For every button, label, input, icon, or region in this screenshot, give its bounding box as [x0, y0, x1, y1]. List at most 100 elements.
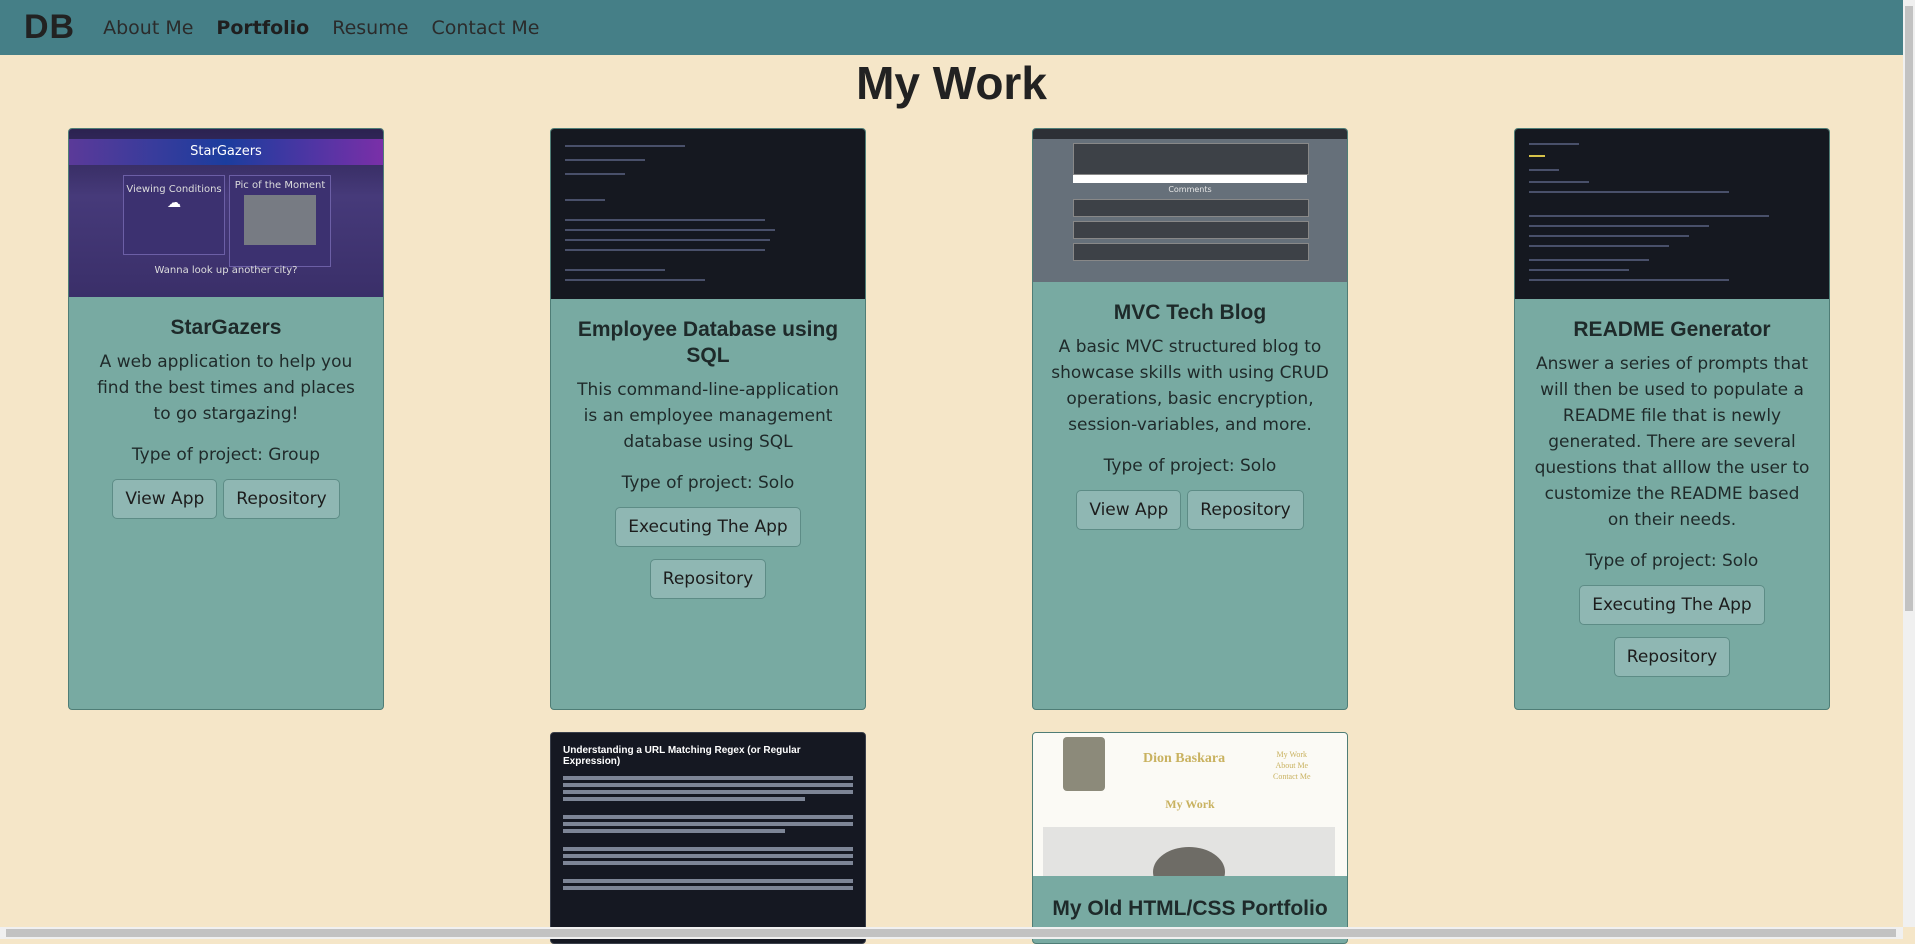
- thumb-article-title: Understanding a URL Matching Regex (or R…: [563, 745, 801, 767]
- project-screenshot[interactable]: [551, 129, 865, 299]
- navbar: DB About Me Portfolio Resume Contact Me: [0, 0, 1903, 55]
- terminal-line: [1529, 269, 1629, 271]
- page-title: My Work: [856, 57, 1047, 109]
- project-screenshot[interactable]: [1515, 129, 1829, 299]
- project-screenshot[interactable]: Understanding a URL Matching Regex (or R…: [551, 733, 865, 923]
- project-description: A basic MVC structured blog to showcase …: [1051, 337, 1329, 435]
- vertical-scrollbar-thumb[interactable]: [1905, 6, 1913, 611]
- thumb-paragraph-line: [563, 847, 853, 851]
- view-app-button[interactable]: View App: [112, 479, 218, 519]
- vertical-scrollbar[interactable]: [1903, 0, 1915, 927]
- terminal-line: [565, 159, 645, 161]
- thumb-paragraph-line: [563, 829, 785, 833]
- project-title: StarGazers: [170, 316, 282, 339]
- thumb-panel-left-label: Viewing Conditions: [126, 184, 222, 195]
- project-screenshot[interactable]: StarGazers Viewing Conditions ☁ Pic of t…: [69, 129, 383, 297]
- button-row: View App Repository: [69, 479, 383, 525]
- terminal-line: [1529, 235, 1689, 237]
- project-card-stargazers: StarGazers Viewing Conditions ☁ Pic of t…: [68, 128, 384, 710]
- terminal-line: [565, 229, 775, 231]
- thumb-panel-left: Viewing Conditions ☁: [123, 175, 225, 255]
- cloud-icon: ☁: [167, 195, 181, 211]
- terminal-line: [1529, 155, 1545, 157]
- thumb-paragraph-line: [563, 886, 853, 890]
- thumb-banner: StarGazers: [69, 139, 383, 165]
- project-title: My Old HTML/CSS Portfolio: [1052, 897, 1328, 920]
- thumb-paragraph-line: [563, 776, 853, 780]
- thumb-comment: [1073, 199, 1309, 217]
- profile-photo: [1063, 737, 1105, 791]
- nav-link-portfolio[interactable]: Portfolio: [216, 17, 309, 39]
- thumb-comments-heading: Comments: [1168, 185, 1212, 194]
- button-row: View App Repository: [1033, 490, 1347, 536]
- nav-link-contact[interactable]: Contact Me: [431, 17, 539, 39]
- thumb-comment-input: [1073, 175, 1307, 183]
- thumb-paragraph-line: [563, 797, 805, 801]
- thumb-name: Dion Baskara: [1143, 751, 1226, 766]
- thumb-heading: My Work: [1165, 797, 1215, 811]
- terminal-line: [1529, 143, 1579, 145]
- thumb-post: [1073, 143, 1309, 175]
- thumb-comment: [1073, 243, 1309, 261]
- thumb-nav-link: About Me: [1275, 761, 1309, 770]
- executing-app-button[interactable]: Executing The App: [1579, 585, 1765, 625]
- terminal-line: [1529, 191, 1729, 193]
- terminal-line: [565, 173, 625, 175]
- thumb-panel-right: Pic of the Moment: [229, 175, 331, 267]
- button-column: Executing The App Repository: [1515, 585, 1829, 683]
- repository-button[interactable]: Repository: [649, 559, 767, 599]
- project-card-readme: README Generator Answer a series of prom…: [1514, 128, 1830, 710]
- thumb-comment: [1073, 221, 1309, 239]
- project-card-old-portfolio: Dion Baskara My Work About Me Contact Me…: [1032, 732, 1348, 944]
- nav-links: About Me Portfolio Resume Contact Me: [103, 17, 562, 39]
- thumb-paragraph-line: [563, 822, 853, 826]
- nav-link-about[interactable]: About Me: [103, 17, 193, 39]
- terminal-line: [565, 145, 685, 147]
- coin-image: [1153, 847, 1225, 876]
- brand-logo[interactable]: DB: [24, 8, 75, 47]
- thumb-paragraph-line: [563, 815, 853, 819]
- repository-button[interactable]: Repository: [1613, 637, 1731, 677]
- project-type: Type of project: Solo: [1103, 456, 1277, 476]
- thumb-bottom-text: Wanna look up another city?: [154, 265, 298, 276]
- thumb-nav-link: My Work: [1276, 750, 1308, 759]
- terminal-line: [565, 239, 770, 241]
- project-card-url-regex: Understanding a URL Matching Regex (or R…: [550, 732, 866, 944]
- thumb-topbar: [1033, 129, 1347, 139]
- thumb-paragraph-line: [563, 879, 853, 883]
- thumb-paragraph-line: [563, 854, 853, 858]
- project-type: Type of project: Group: [131, 445, 321, 465]
- thumb-nav-link: Contact Me: [1273, 772, 1311, 781]
- view-app-button[interactable]: View App: [1076, 490, 1182, 530]
- project-screenshot[interactable]: Dion Baskara My Work About Me Contact Me…: [1033, 733, 1347, 876]
- terminal-line: [565, 199, 605, 201]
- terminal-line: [565, 219, 765, 221]
- project-description: Answer a series of prompts that will the…: [1534, 354, 1810, 530]
- repository-button[interactable]: Repository: [1187, 490, 1304, 530]
- project-title: README Generator: [1573, 318, 1771, 341]
- terminal-line: [565, 249, 765, 251]
- project-card-mvc-blog: Comments MVC Tech Blog A basic MVC struc…: [1032, 128, 1348, 710]
- project-card-employee-db: Employee Database using SQL This command…: [550, 128, 866, 710]
- terminal-line: [565, 269, 665, 271]
- repository-button[interactable]: Repository: [223, 479, 340, 519]
- terminal-line: [565, 279, 705, 281]
- terminal-line: [1529, 225, 1709, 227]
- thumb-paragraph-line: [563, 861, 853, 865]
- terminal-line: [1529, 245, 1669, 247]
- thumb-panel-right-label: Pic of the Moment: [234, 180, 326, 191]
- nav-link-resume[interactable]: Resume: [332, 17, 408, 39]
- project-description: This command-line-application is an empl…: [577, 380, 839, 452]
- project-description: A web application to help you find the b…: [97, 352, 355, 424]
- thumb-nav: My Work About Me Contact Me: [1273, 749, 1311, 782]
- thumb-panel: [1043, 827, 1335, 876]
- thumb-paragraph-line: [563, 783, 853, 787]
- horizontal-scrollbar-thumb[interactable]: [6, 929, 1896, 937]
- terminal-line: [1529, 259, 1649, 261]
- horizontal-scrollbar[interactable]: [0, 927, 1903, 939]
- executing-app-button[interactable]: Executing The App: [615, 507, 801, 547]
- moon-photo: [244, 195, 316, 245]
- project-screenshot[interactable]: Comments: [1033, 129, 1347, 282]
- terminal-line: [1529, 169, 1559, 171]
- project-title: MVC Tech Blog: [1113, 301, 1267, 324]
